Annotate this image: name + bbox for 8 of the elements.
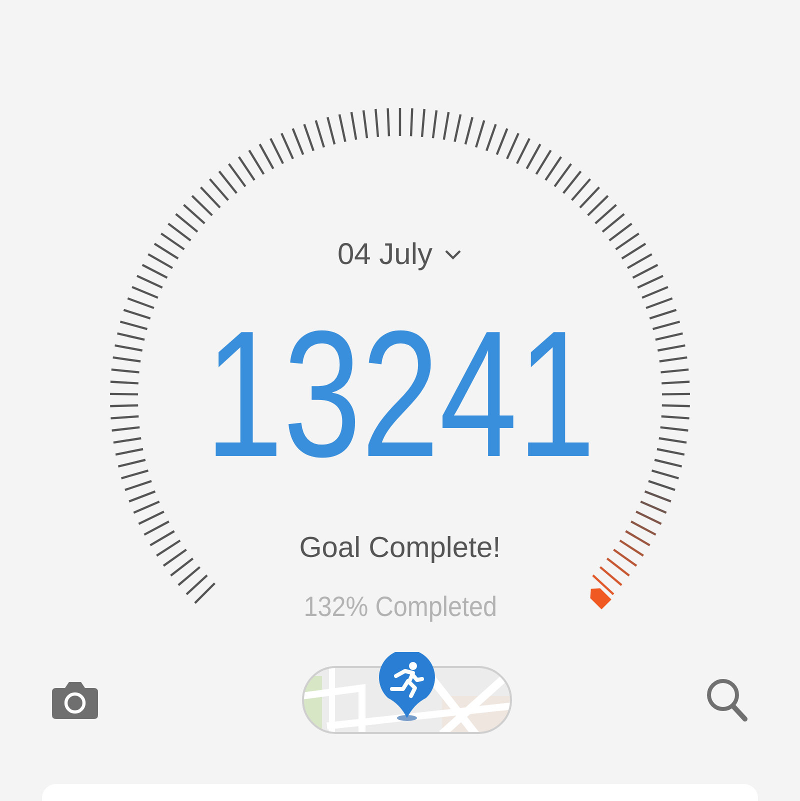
progress-text: 132% Completed <box>303 590 497 624</box>
camera-icon[interactable] <box>52 681 98 719</box>
caret-icon <box>442 249 463 261</box>
goal-status: Goal Complete! <box>299 531 501 566</box>
step-count: 13241 <box>204 305 596 485</box>
goal-marker <box>590 588 612 610</box>
date-selector[interactable]: 04 July <box>333 235 467 275</box>
search-icon[interactable] <box>706 678 748 722</box>
